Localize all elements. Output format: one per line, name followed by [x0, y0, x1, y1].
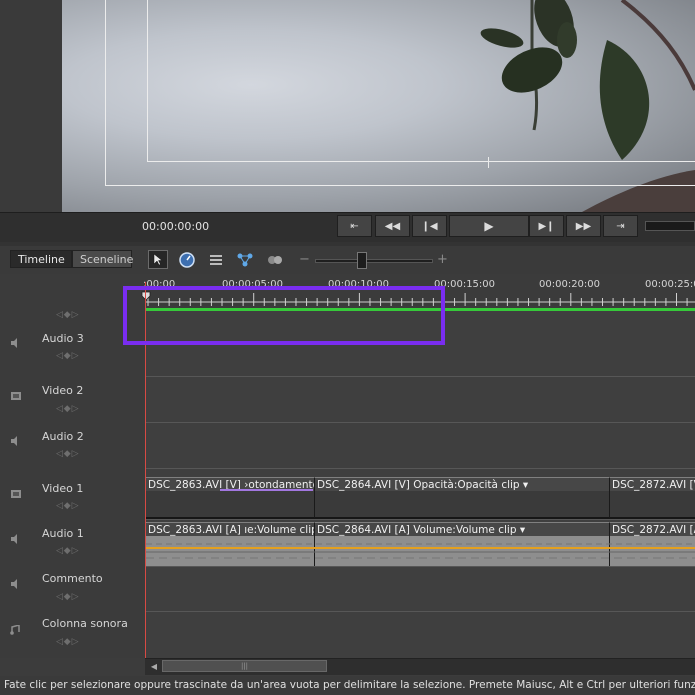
step-forward-icon: ▶❙: [538, 220, 555, 232]
status-bar: Fate clic per selezionare oppure trascin…: [0, 676, 695, 695]
speaker-icon[interactable]: [10, 338, 22, 348]
keyframe-nav[interactable]: ◁ ◆ ▷: [56, 592, 78, 602]
rewind-button[interactable]: ◀◀: [375, 215, 410, 237]
highlight-box: [123, 286, 445, 345]
lane-divider: [145, 566, 695, 567]
track-label-audio1: Audio 1: [42, 527, 84, 540]
lane-divider: [145, 468, 695, 469]
record-icon: [268, 255, 282, 264]
speaker-icon[interactable]: [10, 436, 22, 446]
tab-sceneline[interactable]: Sceneline: [72, 250, 133, 268]
monitor-side-panel: [0, 0, 63, 212]
track-label-video2: Video 2: [42, 384, 84, 397]
film-icon[interactable]: [10, 391, 22, 401]
keyframe-nav[interactable]: ◁ ◆ ▷: [56, 449, 78, 459]
zoom-in-button[interactable]: +: [437, 252, 448, 267]
track-label-audio3: Audio 3: [42, 332, 84, 345]
tab-timeline[interactable]: Timeline: [10, 250, 72, 268]
ruler-label: 00:00:20:00: [539, 279, 601, 290]
center-mark: [488, 157, 489, 168]
audio-clip-header[interactable]: DSC_2863.AVI [A] ıe:Volume clip ▾: [145, 522, 314, 536]
speaker-icon[interactable]: [10, 534, 22, 544]
video-clip[interactable]: [145, 491, 314, 519]
go-to-previous-edit-button[interactable]: ⇤: [337, 215, 372, 237]
video-clip-header[interactable]: DSC_2864.AVI [V] Opacità:Opacità clip ▾: [314, 477, 609, 491]
lane-divider: [145, 376, 695, 377]
step-back-button[interactable]: ❙◀: [412, 215, 447, 237]
keyframe-nav[interactable]: ◁ ◆ ▷: [56, 546, 78, 556]
scrollbar-thumb[interactable]: |||: [162, 660, 327, 672]
go-to-next-edit-button[interactable]: ⇥: [603, 215, 638, 237]
fast-forward-button[interactable]: ▶▶: [566, 215, 601, 237]
network-icon: [237, 253, 253, 266]
keyframe-nav[interactable]: ◁ ◆ ▷: [56, 404, 78, 414]
list-icon: [210, 254, 222, 265]
title-safe-guide: [147, 0, 695, 162]
next-edit-icon: ⇥: [616, 220, 625, 232]
effect-line: [220, 489, 313, 491]
keyframe-nav[interactable]: ◁ ◆ ▷: [56, 637, 78, 647]
lane-divider: [145, 422, 695, 423]
film-icon[interactable]: [10, 489, 22, 499]
track-label-colonna-sonora: Colonna sonora: [42, 617, 128, 630]
track-label-commento: Commento: [42, 572, 103, 585]
smart-mix-button[interactable]: [235, 250, 255, 269]
step-back-icon: ❙◀: [421, 220, 438, 232]
stopwatch-icon: [179, 251, 195, 268]
time-stretch-button[interactable]: [177, 250, 197, 269]
lane-divider: [145, 519, 695, 520]
previous-edit-icon: ⇤: [350, 220, 359, 232]
music-icon[interactable]: [10, 625, 22, 635]
video-clip[interactable]: [314, 491, 609, 519]
play-button[interactable]: ▶: [449, 215, 529, 237]
markers-menu-button[interactable]: [206, 250, 226, 269]
rewind-icon: ◀◀: [384, 220, 401, 232]
keyframe-nav[interactable]: ◁ ◆ ▷: [56, 310, 78, 320]
fast-forward-icon: ▶▶: [575, 220, 592, 232]
selection-tool-button[interactable]: [148, 250, 168, 269]
keyframe-nav[interactable]: ◁ ◆ ▷: [56, 501, 78, 511]
speaker-icon[interactable]: [10, 579, 22, 589]
shuttle-control[interactable]: [645, 221, 695, 231]
audio-clip-header[interactable]: DSC_2872.AVI [A]: [609, 522, 695, 536]
zoom-out-button[interactable]: −: [299, 252, 310, 267]
video-clip[interactable]: [609, 491, 695, 519]
keyframe-nav[interactable]: ◁ ◆ ▷: [56, 351, 78, 361]
audio-waveform: [146, 543, 695, 559]
zoom-slider-track[interactable]: [315, 259, 433, 263]
scroll-left-arrow-icon[interactable]: ◀: [148, 660, 160, 672]
video-clip-header[interactable]: DSC_2872.AVI [V]: [609, 477, 695, 491]
track-label-audio2: Audio 2: [42, 430, 84, 443]
step-forward-button[interactable]: ▶❙: [529, 215, 564, 237]
current-timecode[interactable]: 00:00:00:00: [142, 220, 209, 233]
audio-clip-header[interactable]: DSC_2864.AVI [A] Volume:Volume clip ▾: [314, 522, 609, 536]
lane-divider: [145, 611, 695, 612]
play-icon: ▶: [484, 219, 494, 233]
arrow-cursor-icon: [153, 253, 163, 266]
record-narration-button[interactable]: [265, 250, 285, 269]
track-label-video1: Video 1: [42, 482, 84, 495]
ruler-label: 00:00:25:00: [645, 279, 695, 290]
zoom-slider-thumb[interactable]: [357, 252, 367, 269]
